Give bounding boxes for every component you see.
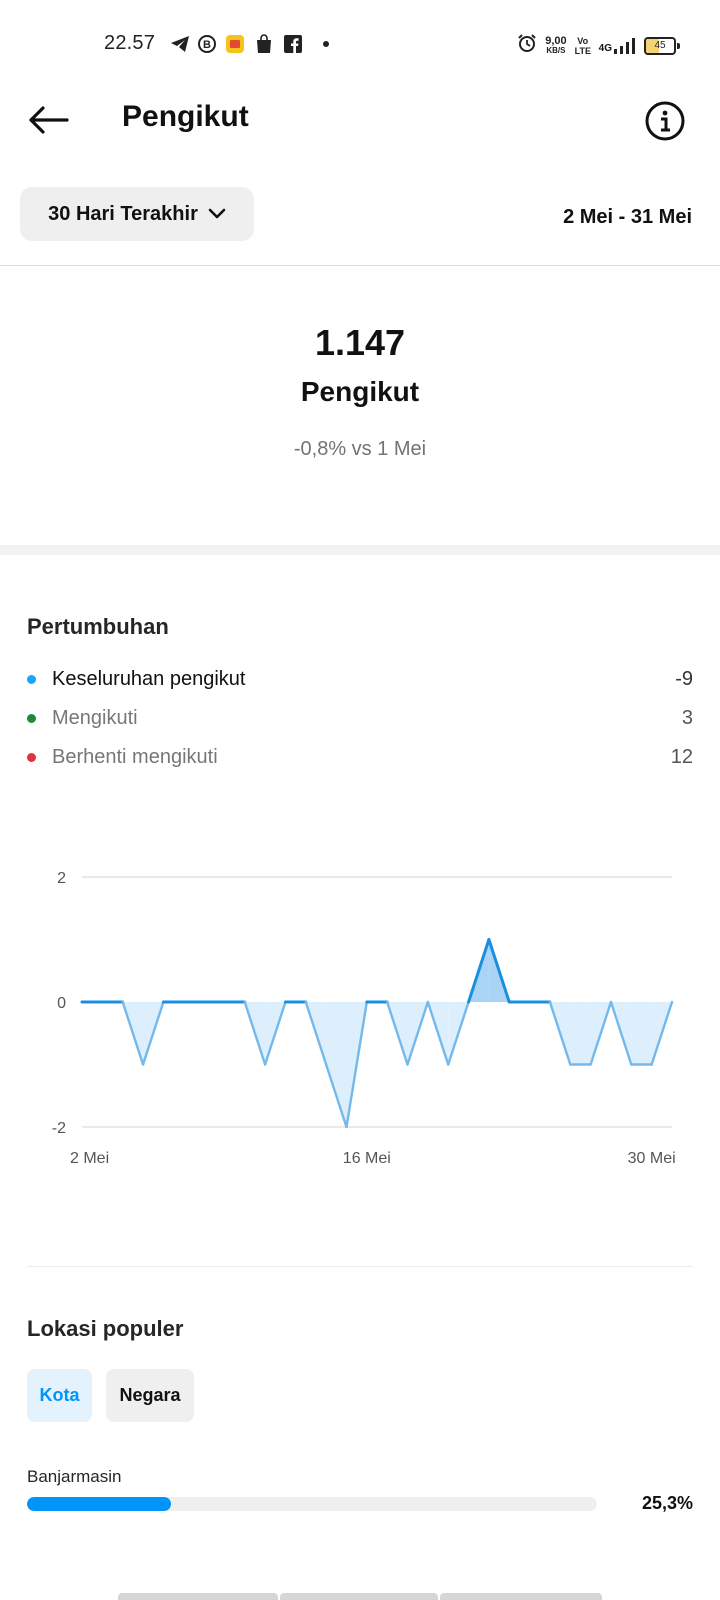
- legend-row: Keseluruhan pengikut -9: [27, 664, 693, 694]
- growth-title: Pertumbuhan: [27, 614, 169, 639]
- location-name: Banjarmasin: [27, 1467, 122, 1486]
- scroll-indicator: [280, 1593, 438, 1600]
- follower-total: 1.147: [314, 322, 406, 363]
- chart-area-segment: [631, 1002, 652, 1065]
- legend-label: Mengikuti: [52, 706, 138, 729]
- follower-total-label: Pengikut: [300, 376, 420, 407]
- section-separator: [0, 545, 720, 555]
- telegram-icon: [170, 34, 190, 54]
- status-right-group: 9,00 KB/S Vo LTE 4G 45: [517, 33, 680, 58]
- location-bar: [27, 1497, 597, 1511]
- info-button[interactable]: [644, 100, 686, 142]
- chart-area-segment: [570, 1002, 591, 1065]
- arrow-left-icon: [29, 106, 69, 134]
- date-range-label: 30 Hari Terakhir: [48, 202, 198, 225]
- x-tick-label: 2 Mei: [70, 1150, 109, 1167]
- battery-icon: 45: [644, 36, 676, 55]
- tab-negara[interactable]: Negara: [106, 1369, 194, 1422]
- y-tick-label: 2: [57, 870, 66, 887]
- date-range-text: 2 Mei - 31 Mei: [563, 206, 692, 228]
- b-app-icon: B: [197, 34, 217, 54]
- divider: [27, 1266, 693, 1267]
- date-range-dropdown[interactable]: 30 Hari Terakhir: [20, 187, 254, 241]
- facebook-icon: [283, 34, 303, 54]
- shopee-icon: [254, 34, 274, 54]
- growth-chart: 2 0 -22 Mei 16 Mei 30 Mei: [52, 870, 676, 1167]
- location-bar-fill: [27, 1497, 172, 1511]
- chart-area-segment: [326, 1002, 347, 1127]
- legend-value: -9: [675, 667, 693, 690]
- svg-text:B: B: [203, 39, 211, 51]
- status-time: 22.57: [104, 32, 156, 54]
- volte-indicator: Vo LTE: [574, 35, 591, 56]
- x-tick-label: 30 Mei: [628, 1150, 676, 1167]
- tab-kota[interactable]: Kota: [27, 1369, 92, 1422]
- locations-title: Lokasi populer: [27, 1316, 184, 1341]
- page-title: Pengikut: [122, 100, 249, 133]
- legend-dot: [27, 674, 36, 684]
- legend-label: Keseluruhan pengikut: [52, 667, 246, 690]
- info-icon: [645, 101, 685, 141]
- follower-change: -0,8% vs 1 Mei: [293, 438, 427, 460]
- x-tick-label: 16 Mei: [343, 1150, 391, 1167]
- legend-row: Mengikuti 3: [27, 703, 693, 733]
- shop-app-icon: [225, 34, 245, 54]
- scroll-indicator: [118, 1593, 278, 1600]
- alarm-icon: [517, 33, 537, 58]
- divider: [0, 265, 720, 266]
- y-tick-label: 0: [57, 995, 66, 1012]
- legend-dot: [27, 713, 36, 723]
- y-tick-label: -2: [52, 1120, 66, 1137]
- location-percent: 25,3%: [641, 1493, 693, 1513]
- scroll-indicator: [440, 1593, 602, 1600]
- chevron-down-icon: [208, 208, 226, 219]
- notification-dot-icon: [316, 34, 336, 54]
- legend-row: Berhenti mengikuti 12: [27, 742, 693, 772]
- network-speed: 9,00 KB/S: [545, 34, 567, 55]
- legend-label: Berhenti mengikuti: [52, 745, 218, 768]
- back-button[interactable]: [26, 100, 70, 140]
- legend-value: 3: [681, 706, 693, 729]
- legend-dot: [27, 752, 36, 762]
- legend-value: 12: [670, 745, 693, 768]
- signal-icon: 4G: [599, 37, 636, 54]
